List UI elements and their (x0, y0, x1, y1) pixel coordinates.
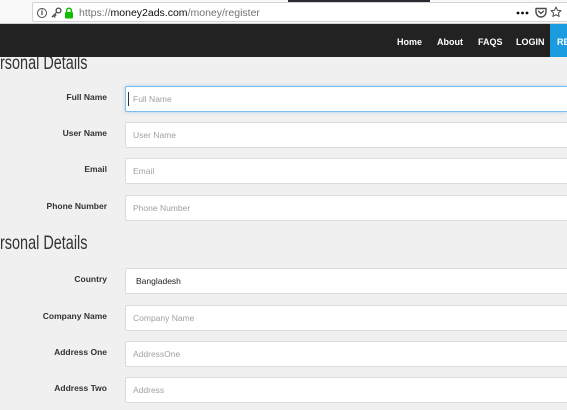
user-name-label: User Name (62, 128, 107, 138)
address-two-input[interactable] (125, 377, 567, 403)
form-row-address-one: Address One (0, 341, 567, 367)
address-one-input[interactable] (125, 341, 567, 367)
phone-number-input[interactable] (125, 195, 567, 221)
register-button[interactable]: RE (550, 24, 567, 57)
address-one-label: Address One (54, 347, 107, 357)
email-input[interactable] (125, 158, 567, 184)
more-actions-icon[interactable] (516, 11, 529, 15)
nav-faqs[interactable]: FAQS (478, 27, 503, 57)
phone-number-label: Phone Number (46, 201, 107, 211)
form-row-country: Country Bangladesh (0, 268, 567, 294)
key-icon[interactable] (51, 7, 62, 18)
email-label: Email (84, 164, 107, 174)
pocket-icon[interactable] (535, 7, 547, 18)
url-path: /money/register (187, 7, 260, 19)
form-row-company-name: Company Name (0, 305, 567, 331)
browser-toolbar: https://money2ads.com/money/register (0, 0, 567, 24)
url-scheme: https:// (79, 7, 111, 19)
user-name-input[interactable] (125, 122, 567, 148)
nav-about[interactable]: About (437, 27, 463, 57)
company-name-input[interactable] (125, 305, 567, 331)
form-row-full-name: Full Name (0, 86, 567, 112)
full-name-input[interactable] (125, 86, 567, 112)
nav-home[interactable]: Home (397, 27, 422, 57)
country-select[interactable]: Bangladesh (125, 268, 567, 294)
company-name-label: Company Name (42, 311, 107, 321)
url-text[interactable]: https://money2ads.com/money/register (79, 6, 260, 20)
country-label: Country (74, 274, 107, 284)
register-button-label: RE (557, 37, 567, 47)
lock-icon[interactable] (64, 7, 74, 19)
form-row-email: Email (0, 158, 567, 184)
form-row-address-two: Address Two (0, 377, 567, 403)
nav-login[interactable]: LOGIN (516, 27, 545, 57)
address-two-label: Address Two (54, 383, 107, 393)
url-domain: money2ads.com (110, 7, 188, 19)
info-icon[interactable] (37, 8, 47, 18)
form-row-phone-number: Phone Number (0, 195, 567, 221)
bookmark-star-icon[interactable] (550, 6, 562, 18)
site-navbar: Home About FAQS LOGIN RE (0, 24, 567, 57)
text-caret (128, 92, 129, 106)
form-row-user-name: User Name (0, 122, 567, 148)
full-name-label: Full Name (66, 92, 107, 102)
section-heading: rsonal Details (0, 233, 88, 254)
